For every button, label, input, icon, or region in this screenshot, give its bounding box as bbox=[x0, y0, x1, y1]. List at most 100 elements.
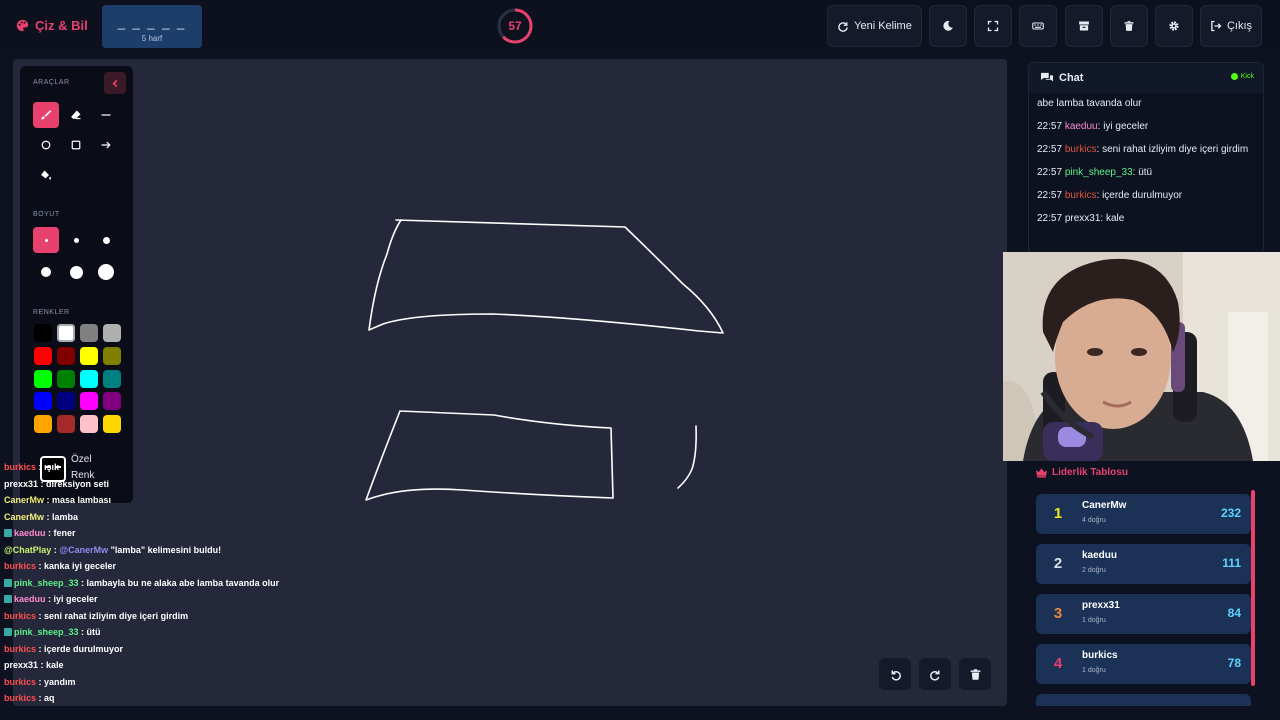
theme-toggle-button[interactable] bbox=[929, 5, 967, 47]
overlay-chat-text: yandım bbox=[44, 676, 76, 687]
color-swatch[interactable] bbox=[34, 392, 52, 410]
color-swatch[interactable] bbox=[103, 347, 121, 365]
line-tool[interactable] bbox=[93, 102, 119, 128]
kick-status: Kick bbox=[1230, 73, 1254, 80]
size-option-4[interactable] bbox=[33, 259, 59, 285]
fullscreen-button[interactable] bbox=[974, 5, 1012, 47]
overlay-chat-text: lamba bbox=[52, 511, 79, 522]
undo-button[interactable] bbox=[879, 658, 911, 690]
size-option-5[interactable] bbox=[63, 259, 89, 285]
chat-title: Chat bbox=[1059, 72, 1084, 84]
fill-bucket-icon bbox=[41, 170, 52, 180]
chat-text: ütü bbox=[1138, 167, 1153, 178]
leaderboard-correct-count: 2 doğru bbox=[1082, 567, 1106, 574]
word-length: 5 harf bbox=[141, 34, 163, 43]
color-swatch[interactable] bbox=[103, 370, 121, 388]
leaderboard-name: prexx31 bbox=[1082, 600, 1120, 611]
color-swatch[interactable] bbox=[57, 370, 75, 388]
size-option-6[interactable] bbox=[93, 259, 119, 285]
overlay-chat-user: burkics bbox=[4, 610, 37, 621]
color-swatch[interactable] bbox=[34, 370, 52, 388]
chat-user: burkics bbox=[1064, 190, 1097, 201]
palette-icon bbox=[16, 19, 29, 32]
collapse-tools-button[interactable] bbox=[104, 72, 126, 94]
trash-icon bbox=[970, 668, 980, 680]
clear-canvas-button[interactable] bbox=[959, 658, 991, 690]
overlay-chat-user: CanerMw bbox=[4, 511, 45, 522]
moon-icon bbox=[943, 20, 953, 31]
overlay-chat-text: masa lambası bbox=[52, 495, 112, 505]
overlay-chat-line: prexx31 : kale bbox=[4, 660, 64, 670]
overlay-chat-user: prexx31 bbox=[4, 660, 39, 670]
size-option-1[interactable] bbox=[33, 227, 59, 253]
color-swatch[interactable] bbox=[34, 324, 52, 342]
overlay-chat-line: @ChatPlay : @CanerMw "lamba" kelimesini … bbox=[4, 544, 222, 555]
overlay-chat-text: ütü bbox=[86, 627, 101, 637]
delete-button[interactable] bbox=[1110, 5, 1148, 47]
leaderboard-score: 111 bbox=[1222, 556, 1241, 570]
circle-tool[interactable] bbox=[33, 132, 59, 158]
arrow-tool[interactable] bbox=[93, 132, 119, 158]
color-swatch[interactable] bbox=[57, 415, 75, 433]
overlay-chat-text: "lamba" kelimesini buldu! bbox=[110, 544, 222, 555]
rectangle-tool[interactable] bbox=[63, 132, 89, 158]
overlay-chat-user: prexx31 bbox=[4, 478, 39, 489]
color-swatch[interactable] bbox=[80, 392, 98, 410]
chat-message: 22:57 prexx31: kale bbox=[1037, 213, 1125, 224]
overlay-chat-user: burkics bbox=[4, 643, 37, 654]
overlay-chat-line: kaeduu : fener bbox=[4, 525, 304, 542]
color-swatch[interactable] bbox=[80, 370, 98, 388]
new-word-button[interactable]: Yeni Kelime bbox=[827, 5, 922, 47]
trash-icon bbox=[1124, 21, 1134, 31]
leaderboard-correct-count: 1 doğru bbox=[1082, 667, 1106, 674]
leaderboard-panel: Liderlik Tablosu 1 CanerMw 4 doğru 232 2 kaed… bbox=[1028, 462, 1264, 706]
size-option-2[interactable] bbox=[63, 227, 89, 253]
chat-text: seni rahat izliyim diye içeri girdim bbox=[1102, 144, 1249, 155]
redo-button[interactable] bbox=[919, 658, 951, 690]
color-swatch[interactable] bbox=[103, 415, 121, 433]
chat-badge-icon bbox=[4, 529, 12, 537]
color-swatch[interactable] bbox=[57, 392, 75, 410]
chat-message: 22:57 burkics: seni rahat izliyim diye i… bbox=[1037, 144, 1249, 155]
line-icon bbox=[101, 114, 111, 116]
chat-text: iyi geceler bbox=[1103, 121, 1149, 132]
leaderboard-row: 1 CanerMw 4 doğru 232 bbox=[1036, 494, 1251, 534]
brush-tool[interactable] bbox=[33, 102, 59, 128]
chat-header: Chat Kick bbox=[1029, 63, 1263, 93]
exit-button[interactable]: Çıkış bbox=[1200, 5, 1262, 47]
settings-button[interactable] bbox=[1155, 5, 1193, 47]
chevron-left-icon bbox=[112, 79, 117, 87]
brand: Çiz & Bil bbox=[16, 18, 88, 33]
chat-text: içerde durulmuyor bbox=[1102, 190, 1183, 201]
archive-button[interactable] bbox=[1065, 5, 1103, 47]
chat-badge-icon bbox=[4, 578, 12, 587]
overlay-chat-line: burkics : aq bbox=[4, 693, 55, 703]
overlay-chat-line: CanerMw : masa lambası bbox=[4, 495, 112, 505]
color-swatch[interactable] bbox=[34, 347, 52, 365]
color-swatch[interactable] bbox=[57, 324, 75, 342]
overlay-chat-text: ışık bbox=[44, 462, 60, 472]
color-swatch[interactable] bbox=[80, 347, 98, 365]
expand-icon bbox=[987, 20, 999, 32]
overlay-chat-user: kaeduu bbox=[14, 528, 46, 538]
sketch-stroke bbox=[368, 219, 724, 334]
color-swatch[interactable] bbox=[103, 324, 121, 342]
overlay-chat-text: kale bbox=[46, 660, 64, 670]
color-swatch[interactable] bbox=[80, 415, 98, 433]
chat-user: prexx31 bbox=[1064, 213, 1101, 224]
sketch-stroke bbox=[677, 425, 697, 489]
fill-tool[interactable] bbox=[33, 162, 59, 188]
overlay-chat-line: pink_sheep_33 : ütü bbox=[4, 624, 304, 641]
color-swatch[interactable] bbox=[103, 392, 121, 410]
top-bar: Çiz & Bil _ _ _ _ _ 5 harf 57 Yeni Kelim… bbox=[0, 0, 1280, 54]
eraser-tool[interactable] bbox=[63, 102, 89, 128]
color-swatch[interactable] bbox=[57, 347, 75, 365]
leaderboard-scrollbar[interactable] bbox=[1251, 490, 1255, 686]
chat-panel: Chat Kick abe lamba tavanda olur 22:57 k… bbox=[1028, 62, 1264, 254]
keyboard-button[interactable] bbox=[1019, 5, 1057, 47]
color-swatch[interactable] bbox=[34, 415, 52, 433]
color-swatch[interactable] bbox=[80, 324, 98, 342]
size-option-3[interactable] bbox=[93, 227, 119, 253]
chat-time: 22:57 bbox=[1037, 167, 1063, 178]
overlay-chat: burkics : ışık prexx31 : direksiyon seti C… bbox=[4, 459, 304, 707]
